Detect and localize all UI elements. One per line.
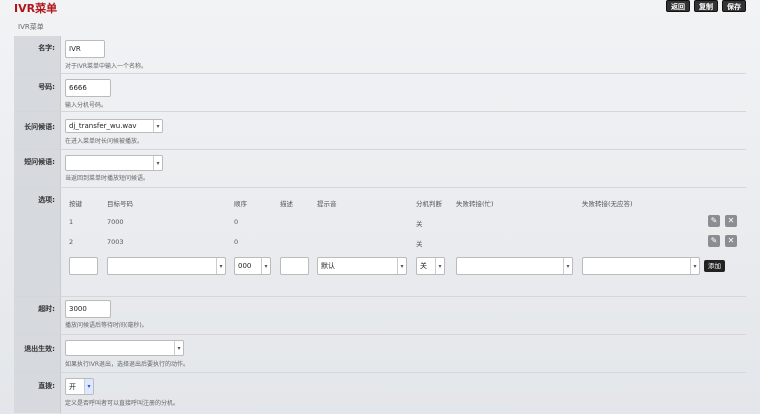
row-1-check: 关 [416, 220, 423, 228]
number-hint: 输入分机号码。 [65, 102, 108, 109]
new-order-value: 000 [238, 262, 252, 270]
short-greeting-label: 短问候语: [14, 150, 61, 187]
chevron-down-icon: ▾ [435, 258, 444, 274]
close-icon[interactable]: ✕ [725, 235, 737, 247]
exit-action-label: 退出生效: [14, 335, 61, 372]
close-icon[interactable]: ✕ [725, 215, 737, 227]
new-fail-noanswer-select[interactable]: ▾ [582, 257, 700, 275]
direct-dial-hint: 定义是否呼叫者可以直接呼叫注册的分机。 [65, 400, 180, 407]
chevron-down-icon: ▾ [690, 258, 699, 274]
chevron-down-icon: ▾ [397, 258, 406, 274]
exit-action-select[interactable]: ▾ [65, 340, 184, 356]
form: 名字: IVR 对于IVR菜单中输入一个名称。 号码: 6666 输入分机号码。… [14, 36, 746, 413]
name-input[interactable]: IVR [65, 40, 105, 58]
header-desc: 描述 [280, 200, 293, 208]
new-desc-input[interactable] [280, 257, 309, 275]
header-order: 顺序 [234, 200, 247, 208]
chevron-down-icon: ▾ [563, 258, 572, 274]
new-target-select[interactable]: ▾ [107, 257, 226, 275]
direct-dial-value: 开 [69, 382, 76, 391]
chevron-down-icon: ▾ [153, 156, 162, 170]
number-input[interactable]: 6666 [65, 79, 111, 97]
name-label: 名字: [14, 36, 61, 73]
row-long-greeting: 长问候语: dj_transfer_wu.wav ▾ 在进入菜单时长问候被播放。 [14, 112, 746, 150]
page-title: IVR菜单 [14, 2, 58, 15]
save-button[interactable]: 保存 [722, 0, 746, 12]
direct-dial-select[interactable]: 开 ▾ [65, 378, 94, 395]
row-options: 选项: 按键 目标号码 顺序 描述 提示音 分机判断 失败转接(忙) 失败转接(… [14, 188, 746, 297]
pencil-icon[interactable]: ✎ [708, 215, 720, 227]
long-greeting-select[interactable]: dj_transfer_wu.wav ▾ [65, 119, 163, 133]
direct-dial-label: 直拨: [14, 373, 61, 413]
header-fail-busy: 失败转接(忙) [456, 200, 494, 208]
new-order-select[interactable]: 000 ▾ [234, 257, 271, 275]
row-exit-action: 退出生效: ▾ 如果执行IVR退出，选择退出后要执行的动作。 [14, 335, 746, 373]
options-label: 选项: [14, 188, 61, 296]
chevron-down-icon: ▾ [174, 341, 183, 355]
timeout-input[interactable]: 3000 [65, 300, 111, 318]
number-label: 号码: [14, 74, 61, 111]
row-2-target: 7003 [107, 238, 124, 246]
toolbar: 返回 复制 保存 [666, 0, 746, 12]
new-prompt-value: 默认 [321, 262, 335, 270]
long-greeting-hint: 在进入菜单时长问候被播放。 [65, 138, 144, 145]
new-check-select[interactable]: 关 ▾ [416, 257, 445, 275]
timeout-label: 超时: [14, 297, 61, 334]
row-1-order: 0 [234, 218, 239, 226]
long-greeting-label: 长问候语: [14, 112, 61, 149]
row-1-key: 1 [69, 218, 74, 226]
chevron-down-icon: ▾ [216, 258, 225, 274]
exit-action-hint: 如果执行IVR退出，选择退出后要执行的动作。 [65, 361, 190, 368]
header-fail-noanswer: 失败转接(无应答) [582, 200, 633, 208]
name-hint: 对于IVR菜单中输入一个名称。 [65, 63, 148, 70]
row-1-target: 7000 [107, 218, 124, 226]
row-2-check: 关 [416, 240, 423, 248]
chevron-down-icon: ▾ [84, 379, 93, 394]
new-fail-busy-select[interactable]: ▾ [456, 257, 573, 275]
new-key-input[interactable] [69, 257, 98, 275]
header-prompt: 提示音 [317, 200, 337, 208]
row-timeout: 超时: 3000 播放问候语后等待时间(毫秒)。 [14, 297, 746, 335]
row-short-greeting: 短问候语: ▾ 当返回到菜单时播放短问候语。 [14, 150, 746, 188]
page-subtitle: IVR菜单 [18, 23, 44, 31]
timeout-hint: 播放问候语后等待时间(毫秒)。 [65, 322, 148, 329]
header-check: 分机判断 [416, 200, 442, 208]
row-number: 号码: 6666 输入分机号码。 [14, 74, 746, 112]
header-target: 目标号码 [107, 200, 133, 208]
short-greeting-select[interactable]: ▾ [65, 155, 163, 171]
row-2-order: 0 [234, 238, 239, 246]
chevron-down-icon: ▾ [153, 120, 162, 132]
copy-button[interactable]: 复制 [694, 0, 718, 12]
row-name: 名字: IVR 对于IVR菜单中输入一个名称。 [14, 36, 746, 74]
new-check-value: 关 [420, 262, 427, 270]
long-greeting-value: dj_transfer_wu.wav [69, 122, 137, 130]
back-button[interactable]: 返回 [666, 0, 690, 12]
row-2-key: 2 [69, 238, 74, 246]
new-prompt-select[interactable]: 默认 ▾ [317, 257, 407, 275]
row-direct-dial: 直拨: 开 ▾ 定义是否呼叫者可以直接呼叫注册的分机。 [14, 373, 746, 413]
pencil-icon[interactable]: ✎ [708, 235, 720, 247]
add-option-button[interactable]: 添加 [704, 260, 725, 272]
chevron-down-icon: ▾ [261, 258, 270, 274]
header-key: 按键 [69, 200, 82, 208]
short-greeting-hint: 当返回到菜单时播放短问候语。 [65, 175, 150, 182]
